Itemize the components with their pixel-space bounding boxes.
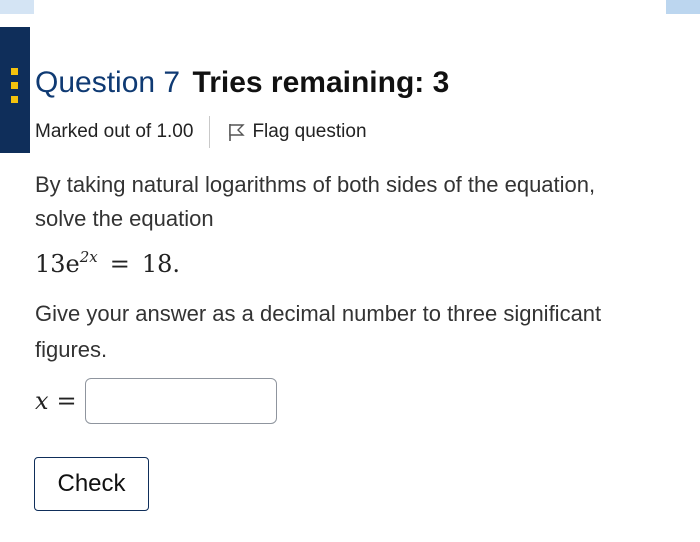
question-prompt-line-1: By taking natural logarithms of both sid…: [35, 172, 596, 197]
answer-input[interactable]: [84, 378, 277, 424]
equation-equals: =: [109, 250, 130, 278]
marked-out-of: Marked out of 1.00: [35, 121, 194, 142]
nav-dot: [11, 96, 18, 103]
question-number: Question 7: [35, 66, 181, 99]
check-button[interactable]: Check: [34, 457, 149, 511]
equation-rhs: 18.: [141, 250, 181, 278]
quiz-page: Question 7 Tries remaining: 3 Marked out…: [0, 0, 700, 542]
top-left-bar: [0, 0, 34, 14]
answer-variable: x: [35, 387, 49, 415]
meta-divider: [209, 116, 211, 148]
answer-label: x =: [35, 387, 77, 415]
instruction-line-2: figures.: [35, 337, 108, 362]
question-prompt-line-2: solve the equation: [35, 206, 214, 231]
nav-dot: [11, 68, 18, 75]
instruction-line-1: Give your answer as a decimal number to …: [35, 301, 602, 326]
question-header: Question 7 Tries remaining: 3: [35, 66, 449, 100]
flag-question-link[interactable]: Flag question: [226, 121, 367, 143]
question-meta: Marked out of 1.00 Flag question: [35, 116, 367, 148]
equation-coefficient: 13e: [35, 250, 80, 278]
answer-equals: =: [56, 387, 77, 415]
question-nav-icon[interactable]: [0, 27, 30, 153]
flag-question-label: Flag question: [252, 121, 367, 142]
answer-row: x =: [35, 378, 277, 424]
equation: 13e2x = 18.: [35, 248, 180, 278]
nav-dot: [11, 82, 18, 89]
tries-remaining: Tries remaining: 3: [192, 66, 450, 99]
flag-icon: [229, 124, 246, 141]
equation-exponent: 2x: [79, 248, 98, 266]
top-right-bar: [666, 0, 700, 14]
